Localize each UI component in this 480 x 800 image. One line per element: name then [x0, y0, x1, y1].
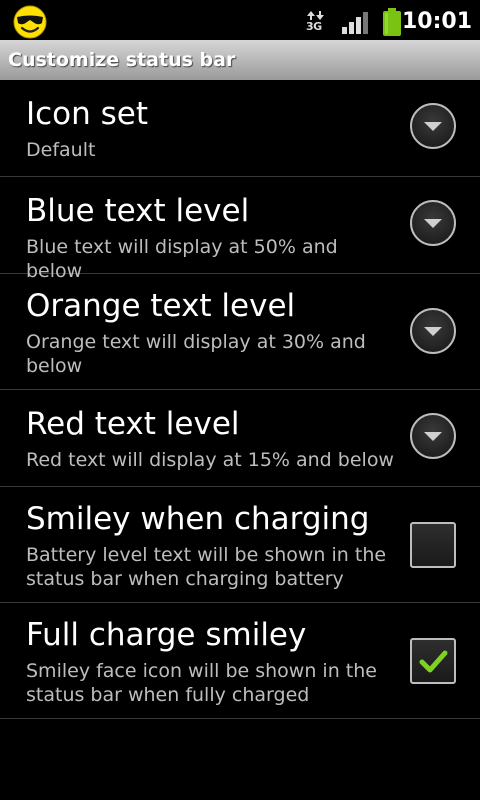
smiley-when-charging-checkbox[interactable]	[410, 522, 456, 568]
setting-title: Orange text level	[26, 288, 296, 324]
chevron-down-icon[interactable]	[410, 413, 456, 459]
setting-row-orange-text-level[interactable]: Orange text level Orange text will displ…	[0, 274, 480, 390]
full-charge-smiley-checkbox[interactable]	[410, 638, 456, 684]
setting-summary: Default	[26, 139, 96, 161]
setting-row-full-charge-smiley[interactable]: Full charge smiley Smiley face icon will…	[0, 603, 480, 719]
battery-icon	[383, 8, 401, 36]
sunglasses-smiley-icon	[13, 5, 47, 39]
setting-title: Icon set	[26, 96, 149, 132]
setting-title: Smiley when charging	[26, 501, 370, 537]
page-title: Customize status bar	[8, 49, 236, 71]
setting-summary: Smiley face icon will be shown in the st…	[26, 660, 377, 706]
setting-row-icon-set[interactable]: Icon set Default	[0, 80, 480, 177]
setting-row-blue-text-level[interactable]: Blue text level Blue text will display a…	[0, 177, 480, 282]
setting-row-smiley-when-charging[interactable]: Smiley when charging Battery level text …	[0, 487, 480, 603]
checkmark-icon	[419, 650, 448, 673]
setting-summary: Red text will display at 15% and below	[26, 449, 394, 471]
setting-title: Blue text level	[26, 193, 250, 229]
chevron-down-icon[interactable]	[410, 308, 456, 354]
setting-row-red-text-level[interactable]: Red text level Red text will display at …	[0, 390, 480, 487]
signal-strength-icon	[342, 12, 368, 34]
status-bar: 3G 10:01	[0, 0, 480, 40]
chevron-down-icon[interactable]	[410, 103, 456, 149]
title-bar: Customize status bar	[0, 40, 480, 80]
setting-title: Full charge smiley	[26, 617, 307, 653]
setting-title: Red text level	[26, 406, 240, 442]
clock: 10:01	[401, 9, 472, 34]
setting-summary: Battery level text will be shown in the …	[26, 544, 387, 590]
setting-summary: Orange text will display at 30% and belo…	[26, 331, 366, 377]
settings-list: Icon set Default Blue text level Blue te…	[0, 80, 480, 719]
network-type-label: 3G	[306, 20, 322, 33]
chevron-down-icon[interactable]	[410, 200, 456, 246]
